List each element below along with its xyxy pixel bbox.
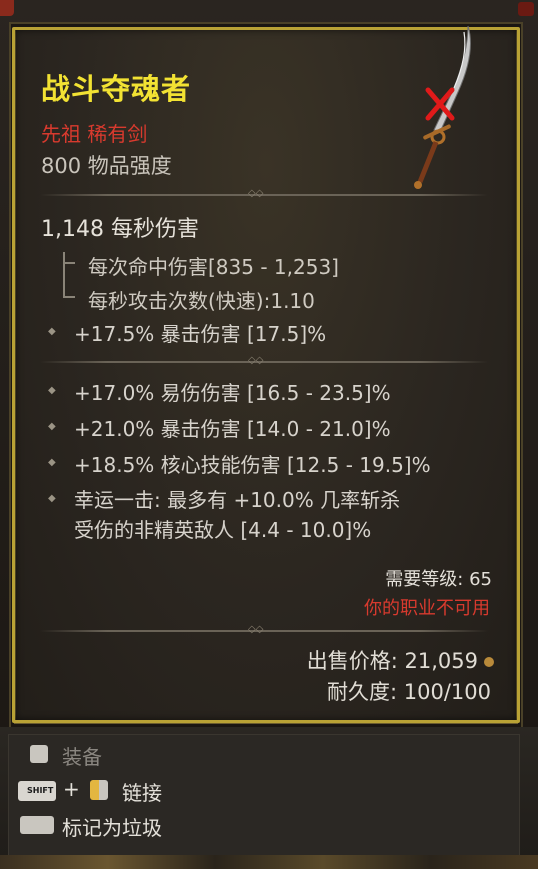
- implicit-affix: +17.5% 暴击伤害 [17.5]%: [74, 322, 327, 346]
- link-action[interactable]: 链接: [122, 777, 162, 806]
- item-power: 800 物品强度: [41, 154, 172, 178]
- section-divider: ◇◇: [40, 625, 488, 635]
- sell-price-text: 出售价格: 21,059: [306, 649, 478, 673]
- link-modifier-plus: +: [63, 777, 80, 801]
- spacebar-key-icon: [20, 816, 54, 834]
- class-restriction: 你的职业不可用: [364, 598, 490, 619]
- damage-per-second: 1,148 每秒伤害: [41, 217, 199, 242]
- affix-bullet-icon: ◆: [48, 326, 56, 337]
- mouse-right-click-icon: [30, 745, 48, 763]
- affix-line: +17.0% 易伤伤害 [16.5 - 23.5]%: [74, 381, 391, 405]
- corner-ornament-icon: [0, 0, 14, 16]
- special-affix-line-1: 幸运一击: 最多有 +10.0% 几率斩杀: [74, 488, 401, 512]
- section-divider: ◇◇: [40, 189, 488, 199]
- stat-tree-branch: [63, 262, 75, 264]
- mouse-left-click-icon: [90, 780, 108, 800]
- item-name: 战斗夺魂者: [41, 72, 192, 106]
- affix-bullet-icon: ◆: [48, 385, 56, 396]
- corner-ornament-icon: [518, 2, 534, 16]
- attacks-per-second: 每秒攻击次数(快速):1.10: [88, 289, 315, 313]
- mark-junk-action[interactable]: 标记为垃圾: [62, 812, 162, 841]
- affix-line: +18.5% 核心技能伤害 [12.5 - 19.5]%: [74, 453, 431, 477]
- stat-tree-branch: [63, 296, 75, 298]
- affix-line: +21.0% 暴击伤害 [14.0 - 21.0]%: [74, 417, 391, 441]
- sell-price: 出售价格: 21,059: [307, 645, 494, 675]
- sword-icon: [414, 25, 471, 189]
- shift-key-label: SHIFT: [27, 786, 54, 795]
- item-rarity-type: 先祖 稀有剑: [41, 122, 148, 146]
- affix-bullet-icon: ◆: [48, 421, 56, 432]
- affix-bullet-icon: ◆: [48, 457, 56, 468]
- inventory-strip: [0, 855, 538, 869]
- gold-coin-icon: [484, 657, 494, 667]
- shift-key-icon: SHIFT: [18, 781, 56, 801]
- section-divider: ◇◇: [40, 356, 488, 366]
- affix-bullet-icon: ◆: [48, 493, 56, 504]
- damage-per-hit: 每次命中伤害[835 - 1,253]: [88, 255, 339, 279]
- durability: 耐久度: 100/100: [327, 680, 491, 704]
- stat-tree-line: [63, 252, 65, 298]
- special-affix-line-2: 受伤的非精英敌人 [4.4 - 10.0]%: [74, 518, 372, 542]
- required-level: 需要等级: 65: [385, 569, 492, 590]
- equip-action[interactable]: 装备: [62, 741, 102, 770]
